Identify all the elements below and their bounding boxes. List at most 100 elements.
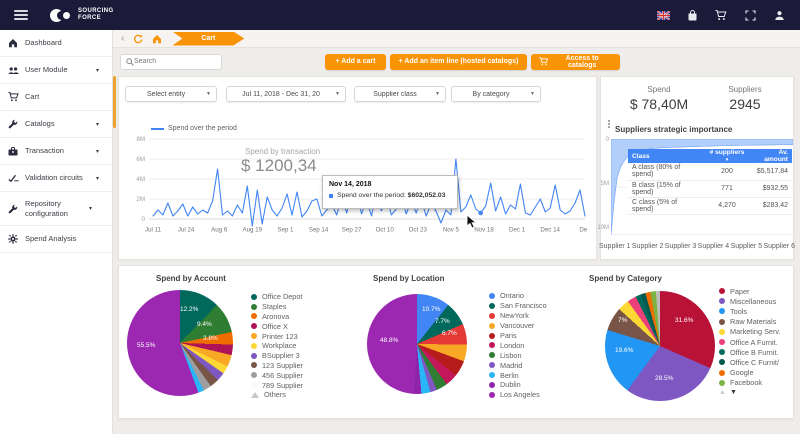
legend-label: Office X: [262, 321, 288, 331]
legend-item[interactable]: Google: [719, 368, 781, 378]
pie-chart-category[interactable]: 31.6% 28.5% 19.6% 7%: [605, 291, 715, 401]
legend-item[interactable]: 456 Supplier: [251, 370, 303, 380]
date-range-dropdown[interactable]: Jul 11, 2018 - Dec 31, 20 ▼: [226, 86, 346, 102]
gear-icon: [8, 234, 20, 244]
fullscreen-icon[interactable]: [743, 9, 757, 21]
legend-item[interactable]: Office B Furnit.: [719, 347, 781, 357]
legend-item[interactable]: 789 Supplier: [251, 380, 303, 390]
legend-label: 789 Supplier: [262, 380, 303, 390]
brand-line1: SOURCING: [78, 8, 114, 15]
line-chart-legend[interactable]: Spend over the period: [151, 125, 237, 132]
refresh-icon[interactable]: [133, 34, 143, 44]
column-header-suppliers[interactable]: # suppliers ▼: [704, 149, 750, 163]
table-row[interactable]: B class (15% of spend) 771 $932.55: [628, 180, 792, 198]
back-chevron-icon[interactable]: ‹: [121, 33, 124, 44]
by-category-dropdown[interactable]: By category ▼: [451, 86, 541, 102]
legend-item[interactable]: BSupplier 3: [251, 351, 303, 361]
add-cart-button[interactable]: + Add a cart: [325, 53, 386, 70]
sidebar-item-label: Transaction: [25, 146, 64, 156]
pie-slice-percent-label: 9.4%: [197, 321, 212, 328]
language-flag-icon[interactable]: [656, 9, 670, 21]
signature-check-icon: [8, 174, 20, 182]
sidebar-item-validation-circuits[interactable]: Validation circuits ▾: [0, 165, 112, 192]
legend-item[interactable]: Office A Furnit.: [719, 337, 781, 347]
pie-chart-account[interactable]: 12.2% 9.4% 3.8% 55.5%: [127, 290, 233, 396]
access-catalogs-button[interactable]: Access to catalogs: [531, 53, 620, 70]
logo-icon: [50, 8, 72, 23]
hamburger-menu-icon[interactable]: [14, 8, 28, 22]
legend-pager: ▲ ▼: [719, 389, 737, 396]
sidebar-item-cart[interactable]: Cart: [0, 84, 112, 111]
inbox-bag-icon[interactable]: [685, 9, 699, 21]
supplier-class-dropdown[interactable]: Supplier class ▼: [354, 86, 446, 102]
pie-chart-location[interactable]: 10.7% 7.7% 6.7% 48.8%: [367, 294, 467, 394]
legend-item[interactable]: Los Angeles: [489, 390, 547, 400]
legend-item[interactable]: Paper: [719, 286, 781, 296]
legend-item[interactable]: Marketing Serv.: [719, 327, 781, 337]
tooltip-series-label: Spend over the period:: [337, 192, 406, 199]
legend-item[interactable]: Printer 123: [251, 331, 303, 341]
legend-item[interactable]: Raw Materials: [719, 317, 781, 327]
add-item-line-button[interactable]: + Add an item line (hosted catalogs): [390, 53, 527, 70]
scroll-indicator[interactable]: [113, 76, 116, 128]
pie-slice-percent-label: 7%: [618, 317, 628, 324]
sidebar-item-transaction[interactable]: Transaction ▾: [0, 138, 112, 165]
search-input[interactable]: [134, 58, 214, 65]
legend-item[interactable]: Lisbon: [489, 350, 547, 360]
legend-dot-marker: [719, 349, 725, 356]
pie-legend-account: Office Depot Staples Aronova Office X Printe…: [251, 292, 303, 400]
brand-logo: SOURCING FORCE: [50, 8, 114, 23]
legend-item[interactable]: Office Depot: [251, 292, 303, 302]
legend-item[interactable]: Madrid: [489, 360, 547, 370]
pie-legend-location: Ontario San Francisco NewYork Vancouver Pari…: [489, 291, 547, 400]
legend-label: San Francisco: [500, 301, 547, 311]
legend-item[interactable]: Aronova: [251, 312, 303, 322]
cart-icon[interactable]: [714, 9, 728, 21]
legend-item[interactable]: Others: [251, 390, 303, 400]
legend-item[interactable]: Vancouver: [489, 321, 547, 331]
chevron-down-icon: ▾: [96, 175, 100, 182]
panel-options-kebab-icon[interactable]: [605, 119, 613, 129]
legend-item[interactable]: 123 Supplier: [251, 361, 303, 371]
legend-item[interactable]: London: [489, 340, 547, 350]
legend-item[interactable]: Dublin: [489, 380, 547, 390]
user-profile-icon[interactable]: [772, 9, 786, 21]
suppliers-card: Spend $ 78,40M Suppliers 2945 Suppliers …: [597, 76, 795, 260]
table-row[interactable]: A class (80% of spend) 200 $5,517.84: [628, 163, 792, 181]
legend-item[interactable]: Staples: [251, 302, 303, 312]
legend-label: Office Depot: [262, 292, 303, 302]
column-header-amount[interactable]: Av. amount: [750, 149, 792, 163]
chevron-down-icon: ▾: [96, 67, 100, 74]
x-axis-tick: Oct 23: [409, 227, 428, 234]
legend-item[interactable]: Berlin: [489, 370, 547, 380]
sidebar-item-repository-configuration[interactable]: Repository configuration ▾: [0, 192, 112, 226]
legend-label: Lisbon: [500, 350, 522, 360]
legend-item[interactable]: Paris: [489, 331, 547, 341]
legend-item[interactable]: Office X: [251, 321, 303, 331]
breadcrumb: ‹ Cart: [113, 30, 800, 48]
column-header-class[interactable]: Class: [628, 149, 704, 163]
legend-item[interactable]: San Francisco: [489, 301, 547, 311]
sidebar-item-user-module[interactable]: User Module ▾: [0, 57, 112, 84]
x-axis-tick: Dec 14: [540, 227, 560, 234]
sidebar-item-catalogs[interactable]: Catalogs ▾: [0, 111, 112, 138]
legend-dot-marker: [251, 333, 257, 340]
legend-dot-marker: [251, 372, 257, 379]
legend-item[interactable]: Tools: [719, 306, 781, 316]
sidebar-item-dashboard[interactable]: Dashboard: [0, 30, 112, 57]
legend-item[interactable]: Facebook: [719, 378, 781, 388]
legend-page-down-icon[interactable]: ▼: [730, 389, 737, 396]
legend-dot-marker: [719, 288, 725, 295]
legend-item[interactable]: Workplace: [251, 341, 303, 351]
legend-item[interactable]: Office C Furnit/: [719, 357, 781, 367]
legend-item[interactable]: Ontario: [489, 291, 547, 301]
legend-dot-marker: [251, 323, 257, 330]
select-entity-dropdown[interactable]: Select entity ▼: [125, 86, 217, 102]
sidebar-item-spend-analysis[interactable]: Spend Analysis: [0, 226, 112, 253]
legend-item[interactable]: NewYork: [489, 311, 547, 321]
legend-item[interactable]: Miscellaneous: [719, 296, 781, 306]
home-icon[interactable]: [152, 34, 162, 44]
table-row[interactable]: C class (5% of spend) 4,270 $283.42: [628, 197, 792, 215]
legend-page-up-icon[interactable]: ▲: [719, 389, 726, 396]
breadcrumb-tab-cart[interactable]: Cart: [172, 32, 244, 46]
